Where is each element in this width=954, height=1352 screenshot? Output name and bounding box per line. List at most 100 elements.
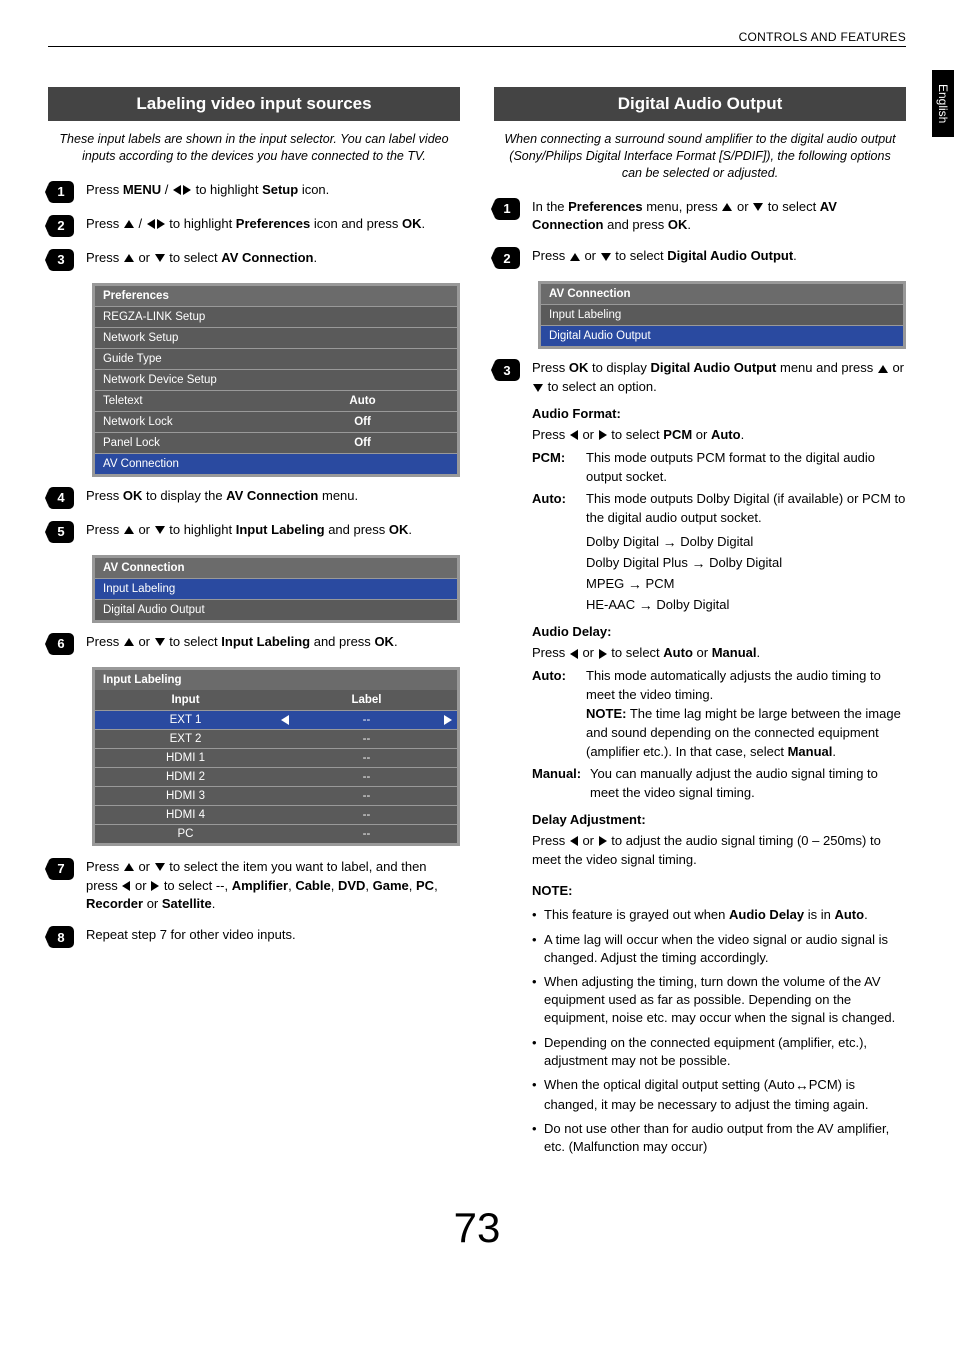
step-badge-1: 1 — [48, 181, 74, 203]
up-arrow-icon — [124, 526, 134, 534]
left-arrow-icon — [122, 881, 130, 891]
left-column: Labeling video input sources These input… — [48, 87, 460, 1174]
format-map-1: Dolby Digital Dolby Digital — [586, 532, 906, 553]
menu-title: AV Connection — [541, 284, 903, 304]
audio-format-line: Press or to select PCM or Auto. — [532, 426, 906, 445]
arrow-right-icon — [663, 532, 677, 553]
left-arrow-icon — [570, 430, 578, 440]
format-map-3: MPEG PCM — [586, 574, 906, 595]
format-map-2: Dolby Digital Plus Dolby Digital — [586, 553, 906, 574]
r-step-3-text: Press OK to display Digital Audio Output… — [532, 359, 906, 1162]
down-arrow-icon — [155, 254, 165, 262]
note-item: A time lag will occur when the video sig… — [532, 931, 906, 967]
menu-row-selected: AV Connection — [95, 454, 457, 474]
ad-auto-row: Auto:This mode automatically adjusts the… — [532, 667, 906, 761]
step-6-text: Press or to select Input Labeling and pr… — [86, 633, 460, 655]
table-row-selected: EXT 1 -- — [95, 711, 457, 729]
page-number: 73 — [48, 1204, 906, 1252]
menu-row: Digital Audio Output — [95, 600, 457, 620]
left-arrow-icon — [281, 715, 289, 725]
step-8-text: Repeat step 7 for other video inputs. — [86, 926, 460, 948]
right-arrow-icon — [599, 430, 607, 440]
delay-adj-line: Press or to adjust the audio signal timi… — [532, 832, 906, 870]
step-2-text: Press / to highlight Preferences icon an… — [86, 215, 460, 237]
left-intro: These input labels are shown in the inpu… — [54, 131, 454, 165]
page-header: CONTROLS AND FEATURES — [48, 30, 906, 44]
pcm-row: PCM:This mode outputs PCM format to the … — [532, 449, 906, 487]
note-item: When adjusting the timing, turn down the… — [532, 973, 906, 1028]
delay-adj-heading: Delay Adjustment: — [532, 811, 906, 830]
down-arrow-icon — [155, 863, 165, 871]
table-title: Input Labeling — [95, 670, 457, 690]
audio-format-heading: Audio Format: — [532, 405, 906, 424]
down-arrow-icon — [155, 526, 165, 534]
note-item: Depending on the connected equipment (am… — [532, 1034, 906, 1070]
right-arrow-icon — [444, 715, 452, 725]
menu-title: AV Connection — [95, 558, 457, 578]
left-arrow-icon — [570, 836, 578, 846]
step-badge-3: 3 — [494, 359, 520, 381]
step-5-text: Press or to highlight Input Labeling and… — [86, 521, 460, 543]
step-3-text: Press or to select AV Connection. — [86, 249, 460, 271]
step-badge-1: 1 — [494, 198, 520, 220]
r-step-2-text: Press or to select Digital Audio Output. — [532, 247, 906, 269]
step-badge-3: 3 — [48, 249, 74, 271]
note-item: This feature is grayed out when Audio De… — [532, 906, 906, 924]
table-header: InputLabel — [95, 690, 457, 710]
r-step-1-text: In the Preferences menu, press or to sel… — [532, 198, 906, 236]
left-arrow-icon — [570, 649, 578, 659]
step-badge-5: 5 — [48, 521, 74, 543]
right-arrow-icon — [151, 881, 159, 891]
auto-row: Auto:This mode outputs Dolby Digital (if… — [532, 490, 906, 528]
note-item: When the optical digital output setting … — [532, 1076, 906, 1114]
section-heading-dao: Digital Audio Output — [494, 87, 906, 121]
table-row: PC-- — [95, 825, 457, 843]
audio-delay-heading: Audio Delay: — [532, 623, 906, 642]
left-arrow-icon — [173, 185, 181, 195]
language-tab: English — [932, 70, 954, 137]
av-connection-menu: AV Connection Input Labeling Digital Aud… — [92, 555, 460, 623]
note-item: Do not use other than for audio output f… — [532, 1120, 906, 1156]
up-arrow-icon — [124, 254, 134, 262]
up-arrow-icon — [124, 863, 134, 871]
arrow-right-icon — [628, 574, 642, 595]
step-badge-6: 6 — [48, 633, 74, 655]
right-intro: When connecting a surround sound amplifi… — [500, 131, 900, 182]
menu-row-selected: Input Labeling — [95, 579, 457, 599]
up-arrow-icon — [878, 365, 888, 373]
right-arrow-icon — [599, 836, 607, 846]
right-column: Digital Audio Output When connecting a s… — [494, 87, 906, 1174]
menu-row: Network LockOff — [95, 412, 457, 432]
menu-row: Input Labeling — [541, 305, 903, 325]
down-arrow-icon — [753, 203, 763, 211]
input-labeling-table: Input Labeling InputLabel EXT 1 -- EXT 2… — [92, 667, 460, 846]
step-7-text: Press or to select the item you want to … — [86, 858, 460, 915]
up-arrow-icon — [124, 220, 134, 228]
menu-title: Preferences — [95, 286, 457, 306]
step-badge-8: 8 — [48, 926, 74, 948]
menu-row-selected: Digital Audio Output — [541, 326, 903, 346]
section-heading-labeling: Labeling video input sources — [48, 87, 460, 121]
step-badge-2: 2 — [494, 247, 520, 269]
menu-row: REGZA-LINK Setup — [95, 307, 457, 327]
table-row: HDMI 1-- — [95, 749, 457, 767]
down-arrow-icon — [533, 384, 543, 392]
preferences-menu: Preferences REGZA-LINK Setup Network Set… — [92, 283, 460, 477]
up-arrow-icon — [722, 203, 732, 211]
step-badge-4: 4 — [48, 487, 74, 509]
audio-delay-line: Press or to select Auto or Manual. — [532, 644, 906, 663]
up-arrow-icon — [570, 253, 580, 261]
step-badge-7: 7 — [48, 858, 74, 880]
notes-list: This feature is grayed out when Audio De… — [532, 906, 906, 1156]
note-heading: NOTE: — [532, 882, 906, 901]
table-row: HDMI 4-- — [95, 806, 457, 824]
up-arrow-icon — [124, 638, 134, 646]
arrow-right-icon — [692, 553, 706, 574]
header-rule — [48, 46, 906, 47]
right-arrow-icon — [157, 219, 165, 229]
menu-row: Guide Type — [95, 349, 457, 369]
arrow-right-icon — [639, 595, 653, 616]
step-badge-2: 2 — [48, 215, 74, 237]
menu-row: Network Device Setup — [95, 370, 457, 390]
format-map-4: HE-AAC Dolby Digital — [586, 595, 906, 616]
